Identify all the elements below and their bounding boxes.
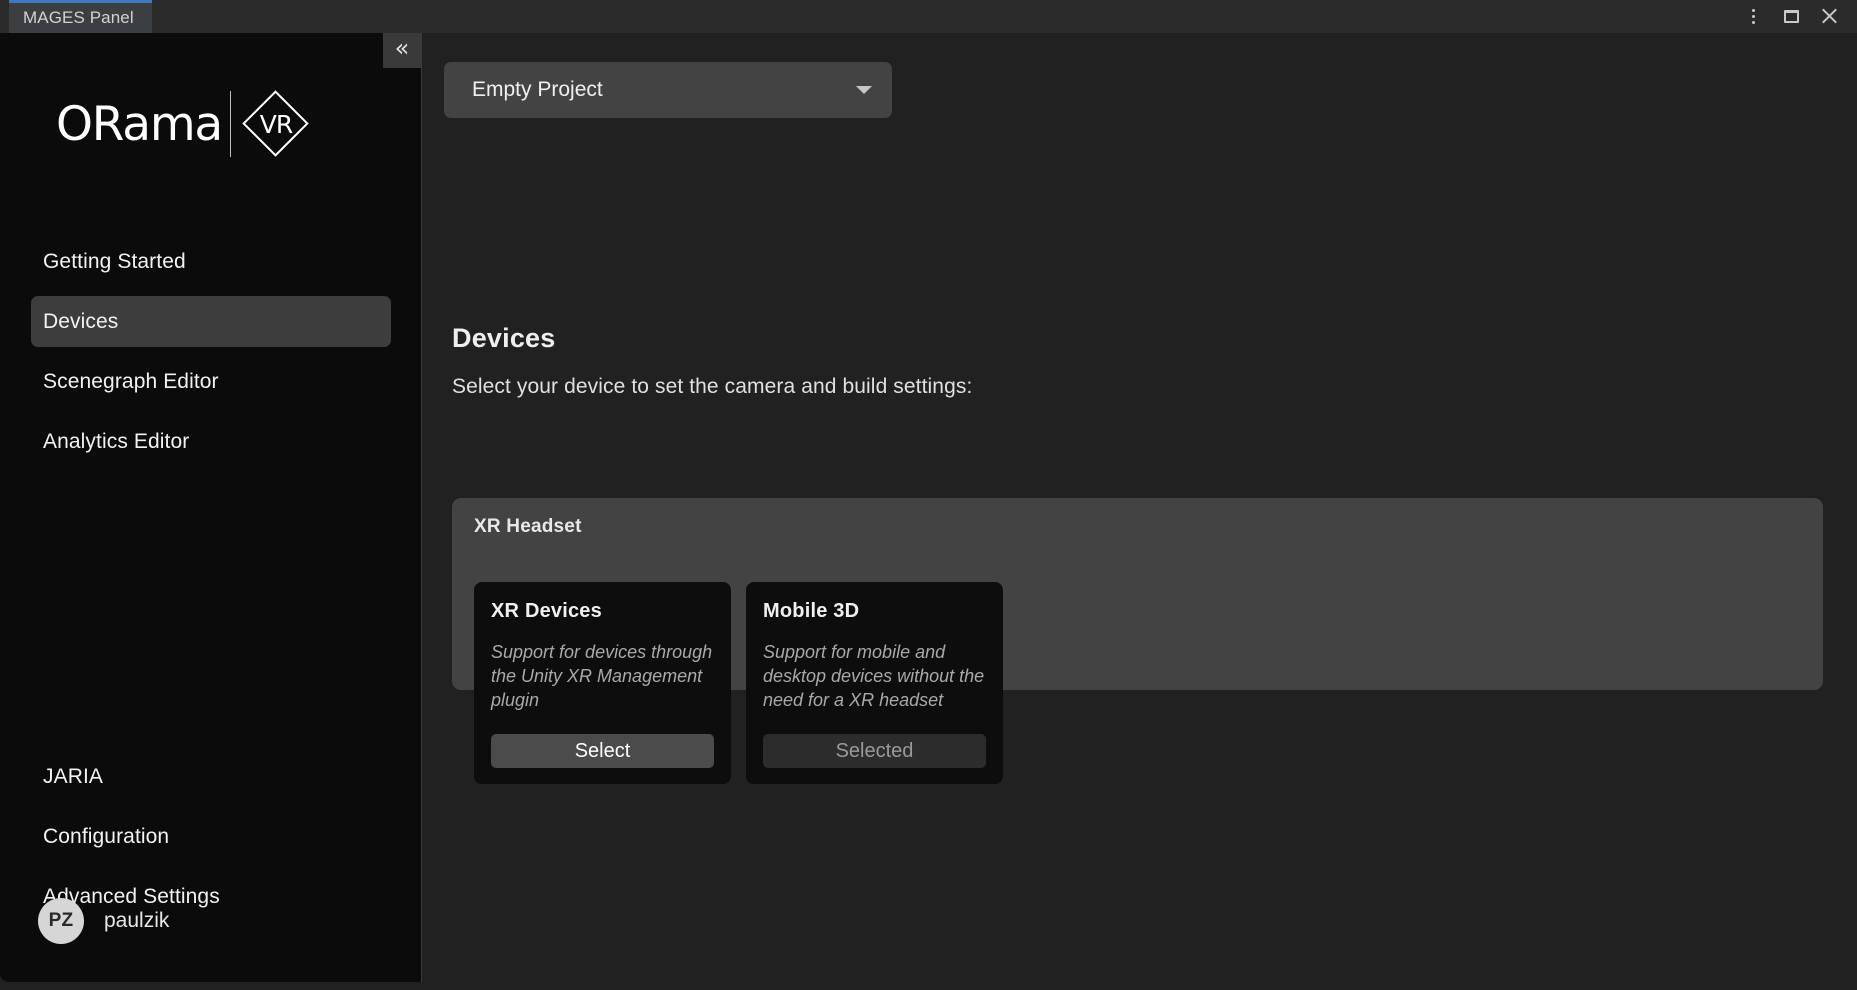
device-card-mobile-3d[interactable]: Mobile 3D Support for mobile and desktop… (746, 582, 1003, 784)
device-card-title: Mobile 3D (763, 600, 986, 623)
sidebar-item-configuration[interactable]: Configuration (31, 811, 391, 862)
sidebar-item-label: JARIA (43, 765, 103, 789)
device-group-title: XR Headset (474, 516, 1801, 538)
sidebar: « ORama VR Getting Started Devices Scen (0, 33, 422, 982)
overflow-menu-button[interactable] (1737, 2, 1769, 32)
close-icon (1821, 8, 1838, 25)
sidebar-item-label: Devices (43, 310, 118, 334)
restore-window-icon (1784, 10, 1799, 23)
window-tab-mages-panel[interactable]: MAGES Panel (9, 0, 152, 33)
selected-mobile-3d-button: Selected (763, 734, 986, 768)
three-dots-icon (1752, 9, 1755, 24)
sidebar-item-label: Scenegraph Editor (43, 370, 219, 394)
section-header: Devices Select your device to set the ca… (452, 323, 972, 399)
page-subtitle: Select your device to set the camera and… (452, 375, 972, 399)
sidebar-nav-primary: Getting Started Devices Scenegraph Edito… (31, 236, 391, 476)
sidebar-collapse-button[interactable]: « (383, 33, 421, 68)
user-name-label: paulzik (104, 909, 169, 933)
device-card-xr-devices[interactable]: XR Devices Support for devices through t… (474, 582, 731, 784)
maximize-restore-button[interactable] (1775, 2, 1807, 32)
sidebar-item-analytics-editor[interactable]: Analytics Editor (31, 416, 391, 467)
sidebar-item-getting-started[interactable]: Getting Started (31, 236, 391, 287)
avatar: PZ (38, 898, 84, 944)
window-controls (1737, 0, 1857, 33)
mages-panel-window: MAGES Panel « ORama (0, 0, 1857, 990)
device-card-description: Support for devices through the Unity XR… (491, 641, 714, 713)
brand-badge-label: VR (260, 110, 292, 139)
sidebar-item-label: Analytics Editor (43, 430, 189, 454)
sidebar-item-label: Configuration (43, 825, 169, 849)
device-card-title: XR Devices (491, 600, 714, 623)
brand-divider (230, 91, 231, 157)
close-window-button[interactable] (1813, 2, 1845, 32)
window-body: « ORama VR Getting Started Devices Scen (0, 33, 1857, 990)
page-title: Devices (452, 323, 972, 354)
sidebar-item-scenegraph-editor[interactable]: Scenegraph Editor (31, 356, 391, 407)
chevron-left-double-icon: « (395, 36, 410, 60)
select-xr-devices-button[interactable]: Select (491, 734, 714, 768)
user-account-row[interactable]: PZ paulzik (38, 898, 169, 944)
title-bar: MAGES Panel (0, 0, 1857, 33)
brand-name: ORama (56, 101, 222, 148)
main-content: Empty Project Devices Select your device… (423, 33, 1857, 990)
device-card-description: Support for mobile and desktop devices w… (763, 641, 986, 713)
window-tab-label: MAGES Panel (23, 9, 134, 27)
sidebar-item-devices[interactable]: Devices (31, 296, 391, 347)
device-group-panel: XR Headset XR Devices Support for device… (452, 498, 1823, 690)
chevron-down-icon (856, 86, 872, 94)
sidebar-item-label: Getting Started (43, 250, 186, 274)
project-select-dropdown[interactable]: Empty Project (444, 62, 892, 118)
project-select-value: Empty Project (472, 78, 603, 102)
sidebar-item-jaria[interactable]: JARIA (31, 751, 391, 802)
vr-diamond-icon: VR (243, 91, 309, 157)
brand-logo: ORama VR (56, 91, 309, 157)
device-card-row: XR Devices Support for devices through t… (474, 582, 1003, 784)
